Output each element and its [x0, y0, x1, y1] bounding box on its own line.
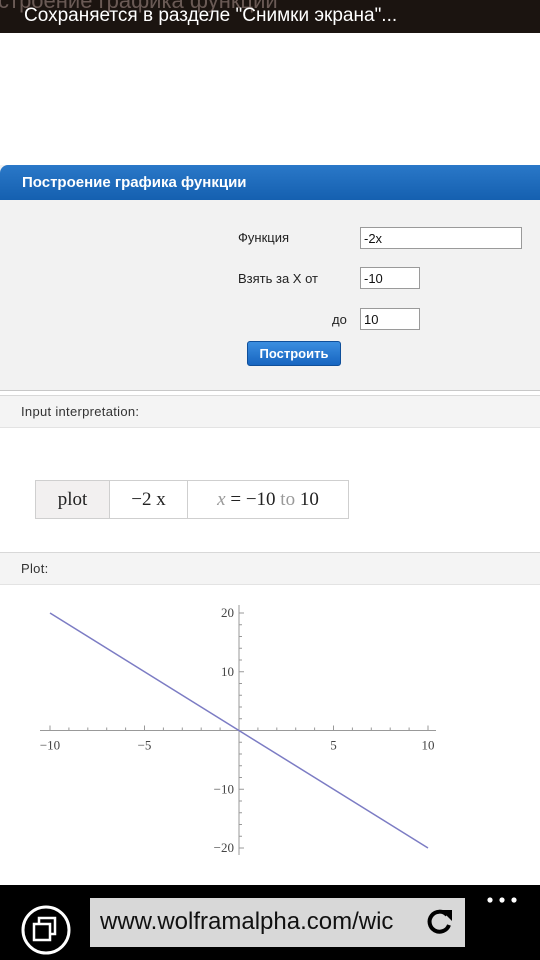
plot-title: Plot: — [21, 561, 49, 576]
function-plot-widget: Построение графика функции Функция Взять… — [0, 165, 540, 391]
from-label: Взять за X от — [238, 271, 318, 286]
tabs-icon[interactable] — [20, 904, 72, 956]
y-tick-label: 20 — [221, 605, 234, 620]
x-tick-label: 10 — [422, 738, 435, 753]
range-var: x — [217, 489, 226, 510]
address-bar[interactable]: www.wolframalpha.com/wic — [90, 898, 465, 947]
plot-header: Plot: — [0, 552, 540, 585]
to-input[interactable] — [360, 308, 420, 330]
range-from: = −10 — [225, 489, 281, 510]
cell-expression: −2 x — [110, 481, 188, 518]
x-tick-label: 5 — [330, 738, 337, 753]
screenshot-toast: строение графика функции Сохраняется в р… — [0, 0, 540, 33]
y-tick-label: 10 — [221, 664, 234, 679]
more-icon[interactable] — [484, 893, 520, 907]
y-tick-label: −10 — [214, 781, 234, 796]
interpretation-header: Input interpretation: — [0, 395, 540, 428]
interpretation-title: Input interpretation: — [21, 404, 140, 419]
build-button[interactable]: Построить — [247, 341, 341, 366]
reload-icon[interactable] — [425, 906, 455, 936]
range-to: to — [280, 489, 296, 510]
range-end: 10 — [295, 489, 319, 510]
x-tick-label: −5 — [138, 738, 152, 753]
function-label: Функция — [238, 230, 289, 245]
cell-range: x = −10 to 10 — [188, 481, 348, 518]
interpretation-table: plot −2 x x = −10 to 10 — [35, 480, 349, 519]
to-label: до — [332, 312, 347, 327]
function-input[interactable] — [360, 227, 522, 249]
browser-bar: www.wolframalpha.com/wic — [0, 885, 540, 960]
from-input[interactable] — [360, 267, 420, 289]
x-tick-label: −10 — [40, 738, 60, 753]
toast-message: Сохраняется в разделе "Снимки экрана"... — [24, 5, 398, 26]
url-text: www.wolframalpha.com/wic — [100, 908, 394, 935]
cell-plot: plot — [36, 481, 110, 518]
y-tick-label: −20 — [214, 840, 234, 855]
plot-chart: −10 −5 5 10 20 10 −10 −20 — [40, 605, 436, 855]
widget-title: Построение графика функции — [0, 165, 540, 200]
